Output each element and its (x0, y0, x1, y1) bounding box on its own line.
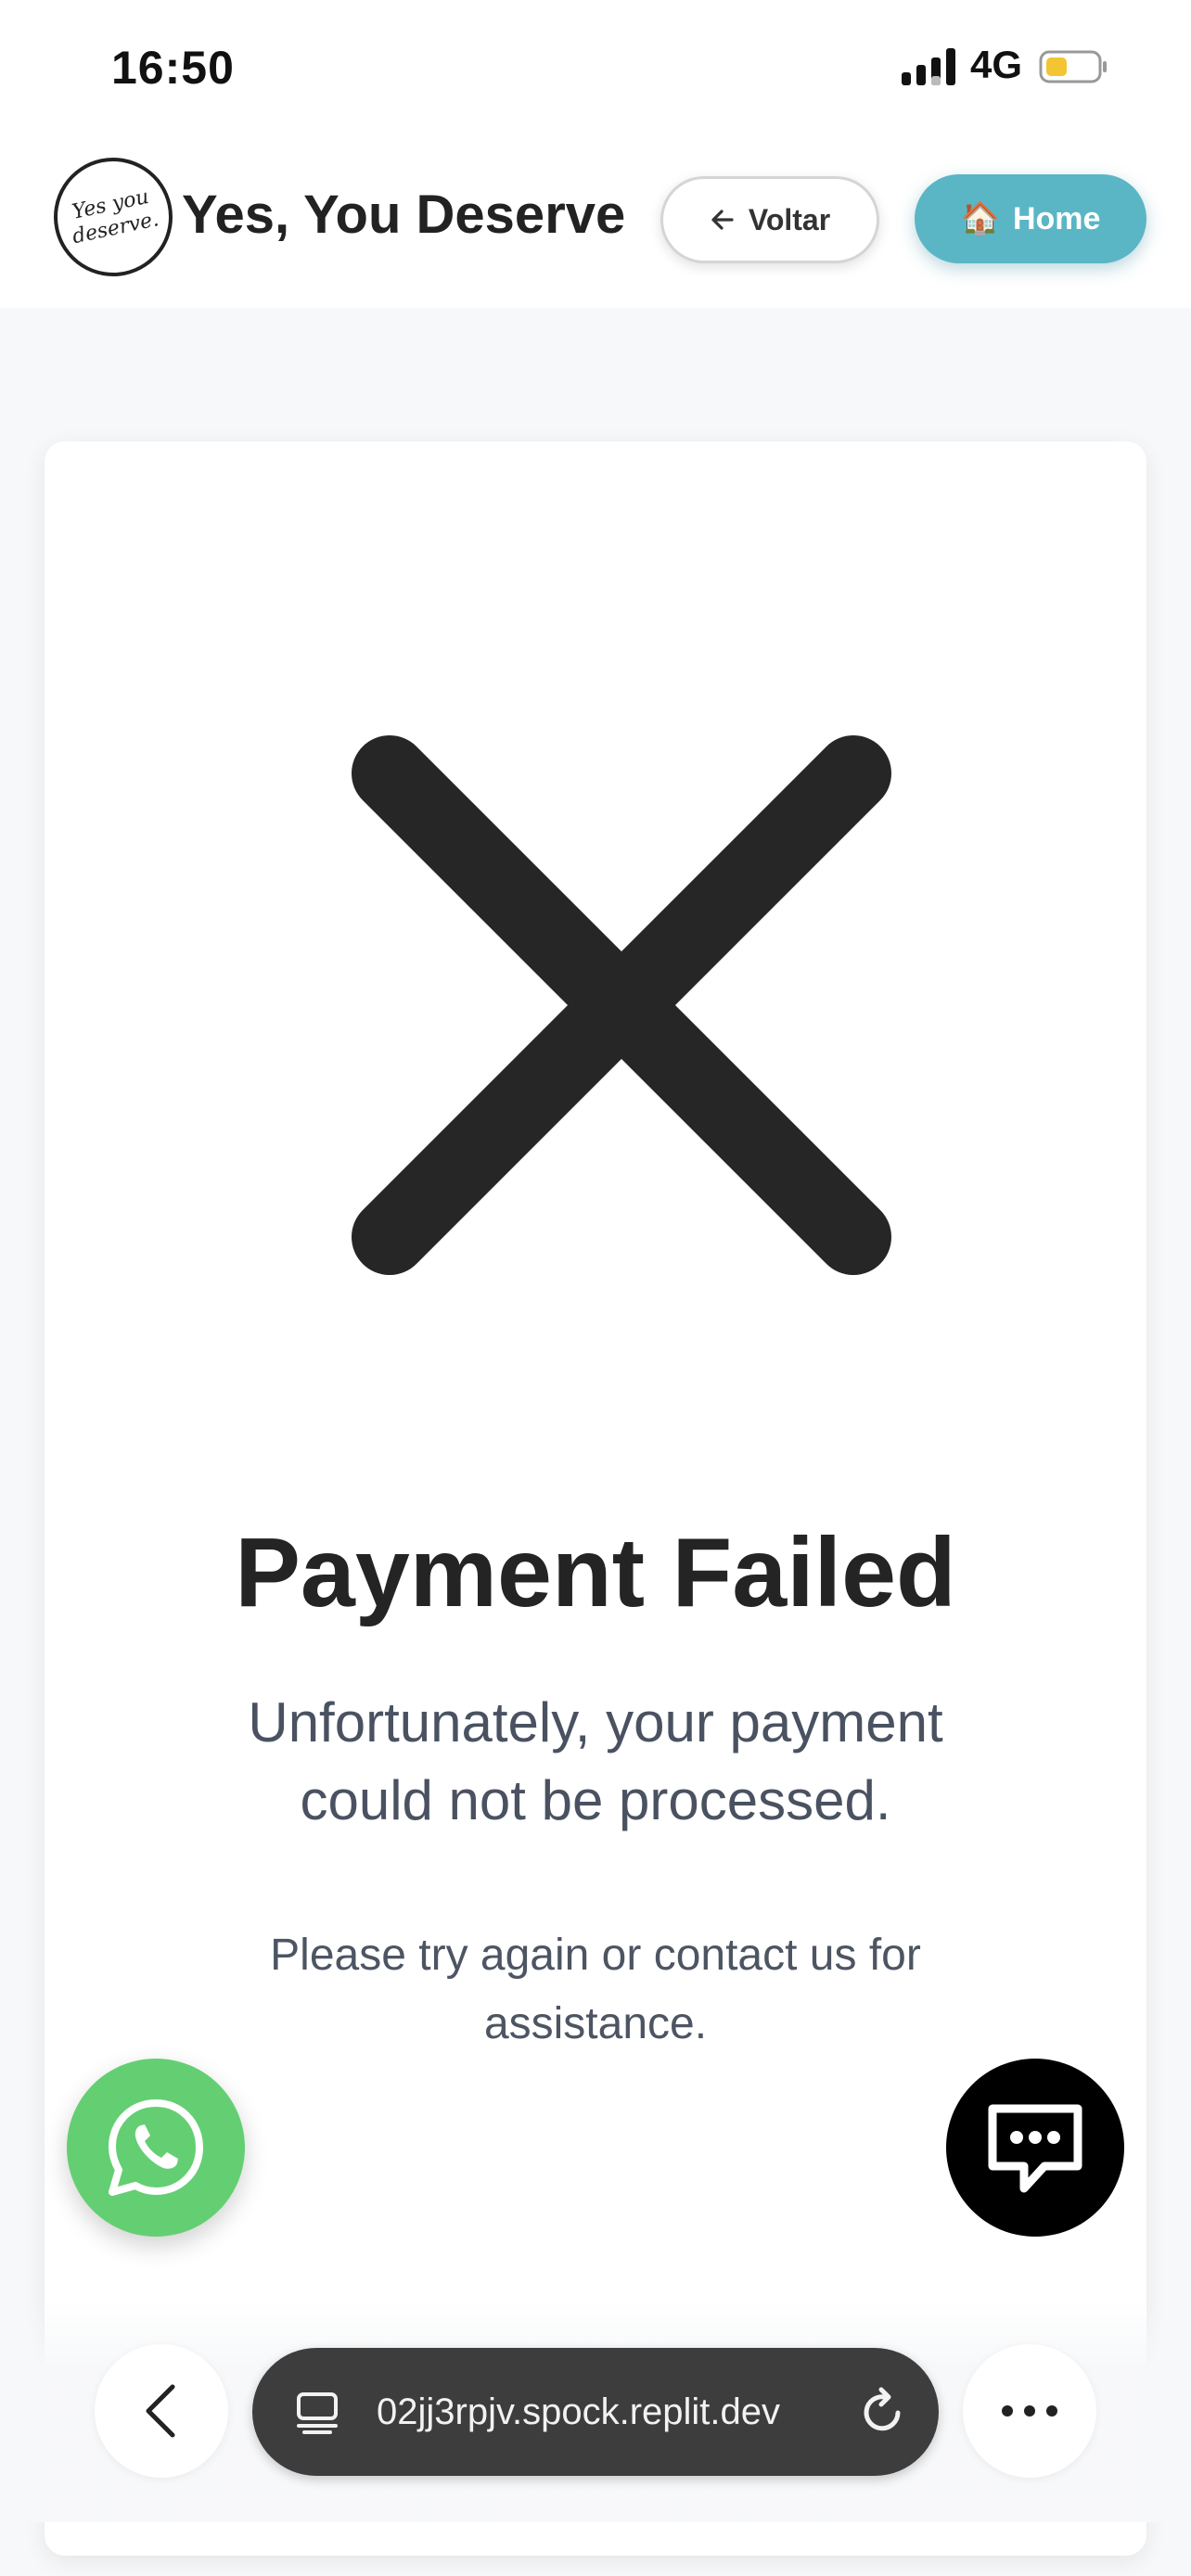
home-button-label: Home (1012, 200, 1101, 236)
chat-button[interactable] (946, 2059, 1124, 2237)
logo-text: Yes you deserve. (70, 185, 161, 249)
tab-overview-icon (297, 2392, 338, 2434)
network-type: 4G (970, 43, 1023, 86)
battery-icon (1039, 50, 1107, 83)
page-title: Payment Failed (235, 1518, 956, 1627)
browser-back-button[interactable] (95, 2344, 228, 2478)
whatsapp-icon (109, 2099, 203, 2196)
brand-logo[interactable]: Yes you deserve. (43, 147, 184, 287)
x-mark-icon (352, 735, 891, 1275)
signal-icon (902, 48, 955, 85)
brand-name: Yes, You Deserve (182, 185, 626, 245)
back-button[interactable]: Voltar (660, 176, 879, 263)
status-time: 16:50 (111, 42, 235, 94)
site-header: Yes you deserve. Yes, You Deserve Voltar… (0, 139, 1191, 308)
whatsapp-button[interactable] (67, 2059, 245, 2237)
chevron-left-icon (146, 2384, 175, 2438)
home-button[interactable]: 🏠 Home (915, 174, 1146, 263)
reload-icon[interactable] (855, 2385, 909, 2439)
chat-bubble-icon (988, 2104, 1082, 2193)
address-bar[interactable]: 02jj3rpjv.spock.replit.dev (252, 2348, 939, 2476)
house-icon: 🏠 (960, 201, 1000, 236)
back-button-label: Voltar (748, 202, 831, 236)
failure-message: Unfortunately, your payment could not be… (248, 1691, 943, 1831)
browser-toolbar: 02jj3rpjv.spock.replit.dev (0, 2300, 1191, 2522)
arrow-left-icon (711, 210, 734, 230)
more-button[interactable] (963, 2344, 1096, 2478)
status-bar: 16:50 4G (0, 0, 1191, 139)
url-text: 02jj3rpjv.spock.replit.dev (377, 2391, 781, 2432)
help-text: Please try again or contact us for assis… (270, 1931, 921, 2048)
more-icon (1002, 2405, 1057, 2417)
payment-status-card: Payment Failed Unfortunately, your payme… (45, 441, 1146, 2556)
